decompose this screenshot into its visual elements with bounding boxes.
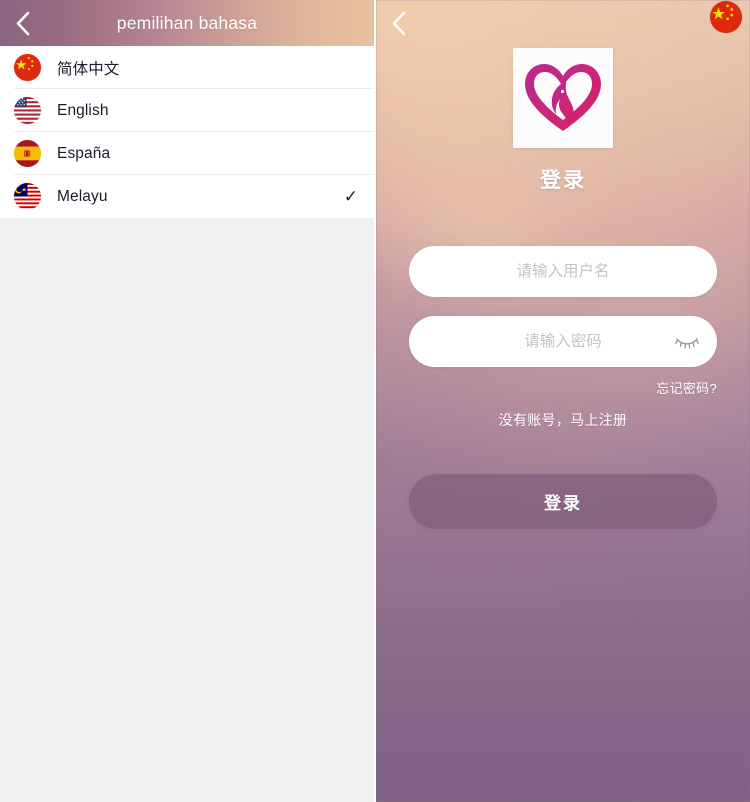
flag-spain-icon <box>14 140 41 167</box>
flag-malaysia-icon <box>14 183 41 210</box>
password-visibility-toggle[interactable] <box>674 332 700 352</box>
list-item-label: 简体中文 <box>57 60 120 78</box>
password-input[interactable] <box>409 316 717 367</box>
language-switch-button[interactable] <box>710 1 742 33</box>
username-field-wrapper <box>409 246 717 297</box>
back-button[interactable] <box>0 0 44 46</box>
flag-usa-icon <box>14 97 41 124</box>
login-form <box>376 246 750 367</box>
login-title: 登录 <box>540 169 586 192</box>
register-link[interactable]: 没有账号，马上注册 <box>376 410 750 430</box>
language-selection-panel: pemilihan bahasa 简体中文 ✓ <box>0 0 374 802</box>
chevron-left-icon <box>15 11 30 36</box>
chevron-left-icon <box>391 11 406 36</box>
language-list: 简体中文 ✓ <box>0 46 374 218</box>
app-logo <box>513 48 613 148</box>
login-body: 登录 请输入用户名 忘记密码? 没有账号，马上注册 登录 <box>376 48 750 529</box>
list-item[interactable]: España ✓ <box>0 132 374 175</box>
login-submit-button[interactable]: 登录 <box>409 474 717 529</box>
username-input[interactable] <box>409 246 717 297</box>
password-field-wrapper <box>409 316 717 367</box>
list-item-label: España <box>57 144 111 162</box>
eye-closed-icon <box>675 335 699 349</box>
page-title: pemilihan bahasa <box>116 12 258 33</box>
heart-woman-logo-icon <box>522 60 604 136</box>
list-item[interactable]: Melayu ✓ <box>0 175 374 218</box>
flag-china-icon <box>710 1 742 33</box>
back-button[interactable] <box>376 0 420 46</box>
login-panel-header <box>376 0 750 46</box>
login-panel: 登录 请输入用户名 忘记密码? 没有账号，马上注册 登录 <box>376 0 750 802</box>
list-item-label: Melayu <box>57 187 108 205</box>
list-item-label: English <box>57 101 109 119</box>
list-item[interactable]: 简体中文 ✓ <box>0 46 374 89</box>
flag-china-icon <box>14 54 41 81</box>
language-panel-header: pemilihan bahasa <box>0 0 374 46</box>
check-icon: ✓ <box>343 187 358 206</box>
forgot-password-link[interactable]: 忘记密码? <box>376 378 750 397</box>
list-item[interactable]: English ✓ <box>0 89 374 132</box>
